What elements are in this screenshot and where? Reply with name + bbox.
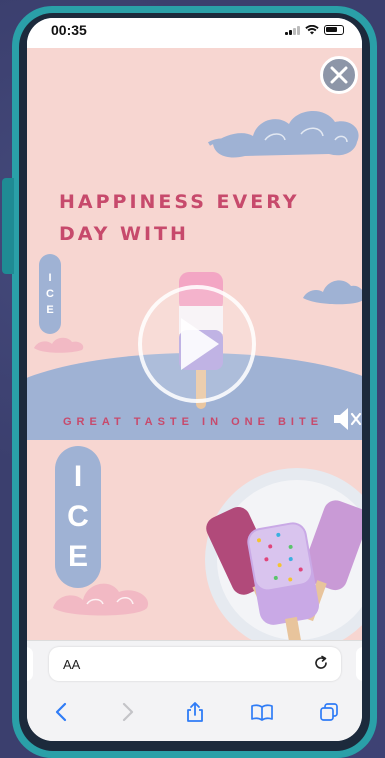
ad-headline-line2: DAY WITH	[59, 223, 189, 245]
book-icon	[250, 704, 273, 721]
ad-banner-top: HAPPINESS EVERY DAY WITH	[27, 48, 362, 248]
ice-tag-letter: I	[48, 272, 52, 284]
ad-banner-bottom: I C E	[27, 440, 362, 640]
next-tab-peek[interactable]	[356, 647, 362, 681]
previous-tab-peek[interactable]	[27, 647, 33, 681]
play-icon	[181, 318, 219, 370]
browser-bar: AA	[27, 640, 362, 741]
wifi-icon	[305, 25, 319, 35]
share-button[interactable]	[181, 698, 209, 726]
ice-cream-plate-image	[205, 468, 362, 640]
address-bar[interactable]: AA	[49, 647, 341, 681]
cloud-decoration	[53, 583, 149, 616]
ice-tag-letter: I	[73, 460, 83, 493]
phone-side-button	[2, 178, 14, 274]
phone-screen: 00:35 HAPPINESS EVERY DAY WITH I C E GRE…	[27, 18, 362, 741]
forward-button[interactable]	[114, 698, 142, 726]
chevron-left-icon	[55, 702, 66, 722]
status-icons	[285, 25, 344, 35]
ice-tag-letter: E	[46, 304, 54, 316]
signal-icon	[285, 25, 300, 35]
reload-icon[interactable]	[313, 655, 329, 671]
close-ad-button[interactable]	[320, 56, 358, 94]
status-time: 00:35	[51, 22, 87, 38]
share-icon	[186, 702, 203, 722]
ad-video[interactable]: I C E GREAT TASTE IN ONE BITE	[27, 248, 362, 440]
bookmarks-button[interactable]	[248, 698, 276, 726]
ad-headline-line1: HAPPINESS EVERY	[59, 191, 300, 213]
text-size-button[interactable]: AA	[63, 657, 80, 672]
status-bar: 00:35	[27, 18, 362, 48]
cloud-decoration	[303, 280, 362, 305]
ad-tagline: GREAT TASTE IN ONE BITE	[63, 416, 324, 428]
tabs-icon	[319, 703, 338, 721]
ice-tag-small: I C E	[39, 254, 61, 334]
ice-tag-big: I C E	[55, 446, 101, 588]
close-icon	[330, 66, 348, 84]
battery-icon	[324, 25, 344, 35]
speaker-muted-icon[interactable]	[332, 406, 362, 432]
back-button[interactable]	[47, 698, 75, 726]
play-button[interactable]	[138, 285, 256, 403]
chevron-right-icon	[122, 702, 133, 722]
ad-headline: HAPPINESS EVERY DAY WITH	[59, 186, 339, 250]
tabs-button[interactable]	[315, 698, 343, 726]
browser-toolbar	[27, 697, 362, 727]
ice-tag-letter: C	[67, 500, 89, 533]
ice-tag-letter: C	[46, 288, 54, 300]
cloud-decoration	[34, 337, 84, 353]
cloud-decoration	[207, 110, 359, 158]
